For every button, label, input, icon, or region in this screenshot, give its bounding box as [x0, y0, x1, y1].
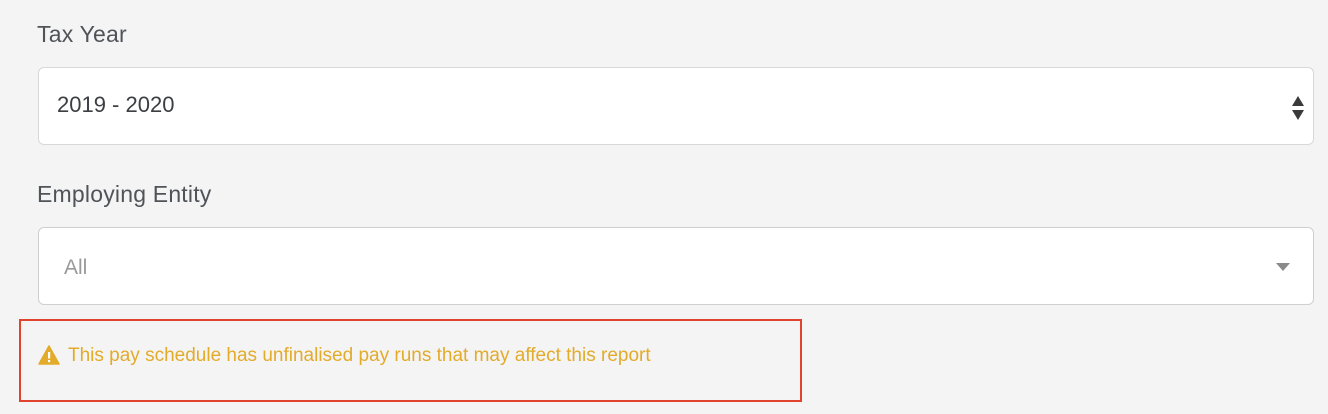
caret-down-icon [1276, 263, 1290, 271]
tax-year-select[interactable]: 2019 - 2020 [38, 67, 1314, 145]
warning-triangle-icon [38, 345, 60, 365]
employing-entity-label: Employing Entity [37, 181, 212, 207]
employing-entity-placeholder: All [64, 256, 88, 279]
tax-year-selected-value: 2019 - 2020 [57, 92, 175, 117]
sort-updown-icon [1292, 96, 1304, 120]
report-filter-form: Tax Year 2019 - 2020 Employing Entity Al… [0, 0, 1328, 414]
warning-message: This pay schedule has unfinalised pay ru… [68, 345, 651, 366]
unfinalised-pay-runs-warning: This pay schedule has unfinalised pay ru… [19, 319, 802, 402]
tax-year-label: Tax Year [37, 21, 127, 47]
employing-entity-select[interactable]: All [38, 227, 1314, 305]
